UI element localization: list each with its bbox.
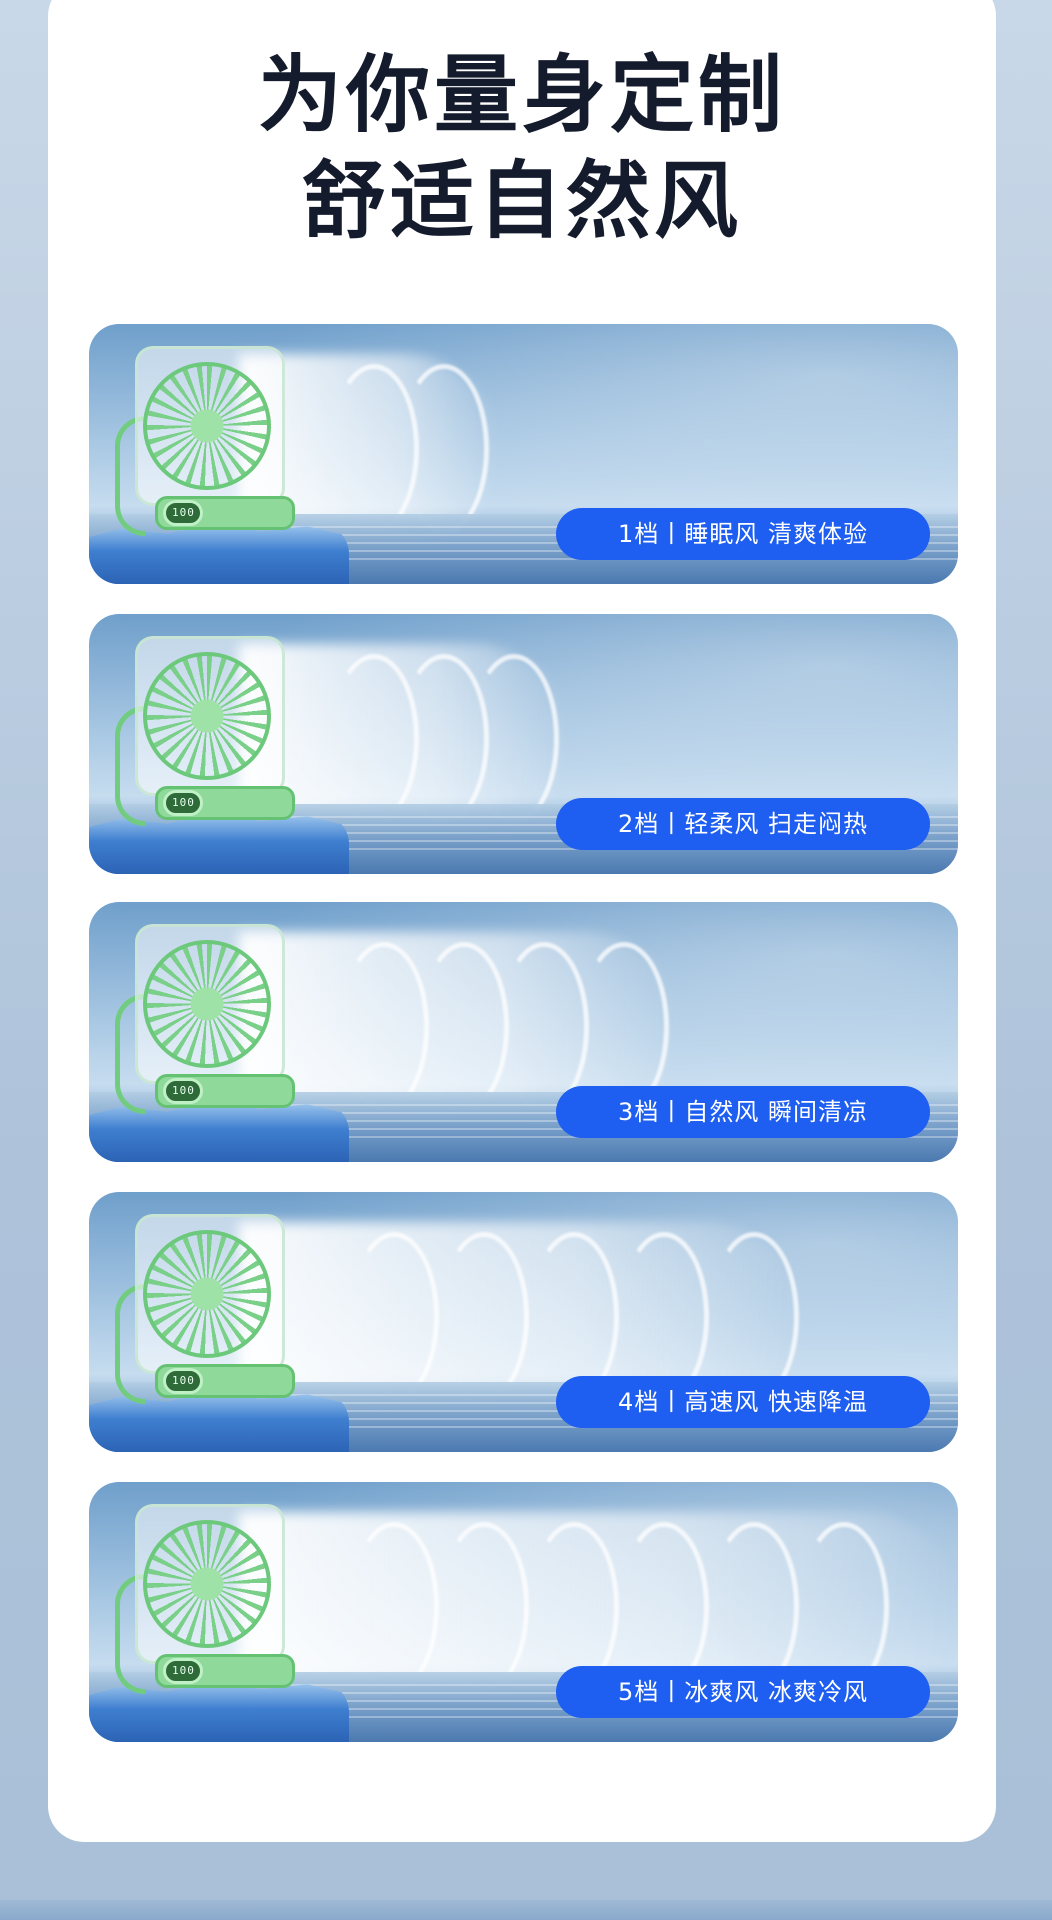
fan-display: 100: [163, 1658, 203, 1684]
wind-ring: [469, 654, 559, 824]
mode-panel-2: 100 2档丨轻柔风 扫走闷热: [89, 614, 958, 874]
mode-label-2: 2档丨轻柔风 扫走闷热: [556, 798, 930, 850]
fan-display: 100: [163, 500, 203, 526]
wind-ring: [349, 1232, 439, 1402]
mode-panel-4: 100 4档丨高速风 快速降温: [89, 1192, 958, 1452]
wind-ring: [349, 1522, 439, 1692]
wind-ring: [419, 942, 509, 1112]
fan-image: 100: [115, 346, 315, 556]
mode-label-5: 5档丨冰爽风 冰爽冷风: [556, 1666, 930, 1718]
fan-display: 100: [163, 1078, 203, 1104]
mode-label-1: 1档丨睡眠风 清爽体验: [556, 508, 930, 560]
mode-panel-5: 100 5档丨冰爽风 冰爽冷风: [89, 1482, 958, 1742]
fan-image: 100: [115, 1504, 315, 1714]
fan-image: 100: [115, 1214, 315, 1424]
mode-label-4: 4档丨高速风 快速降温: [556, 1376, 930, 1428]
fan-grill-icon: [143, 652, 271, 780]
headline: 为你量身定制 舒适自然风: [48, 42, 996, 254]
fan-image: 100: [115, 636, 315, 846]
fan-display: 100: [163, 790, 203, 816]
headline-line-1: 为你量身定制: [257, 46, 786, 144]
wind-ring: [439, 1232, 529, 1402]
fan-grill-icon: [143, 940, 271, 1068]
fan-display: 100: [163, 1368, 203, 1394]
bottom-strip: [0, 1900, 1052, 1920]
wind-ring: [439, 1522, 529, 1692]
mode-panel-3: 100 3档丨自然风 瞬间清凉: [89, 902, 958, 1162]
fan-image: 100: [115, 924, 315, 1134]
mode-panel-1: 100 1档丨睡眠风 清爽体验: [89, 324, 958, 584]
wind-ring: [399, 364, 489, 534]
wind-ring: [339, 942, 429, 1112]
fan-grill-icon: [143, 1520, 271, 1648]
fan-grill-icon: [143, 1230, 271, 1358]
headline-line-2: 舒适自然风: [301, 152, 742, 250]
fan-grill-icon: [143, 362, 271, 490]
mode-label-3: 3档丨自然风 瞬间清凉: [556, 1086, 930, 1138]
